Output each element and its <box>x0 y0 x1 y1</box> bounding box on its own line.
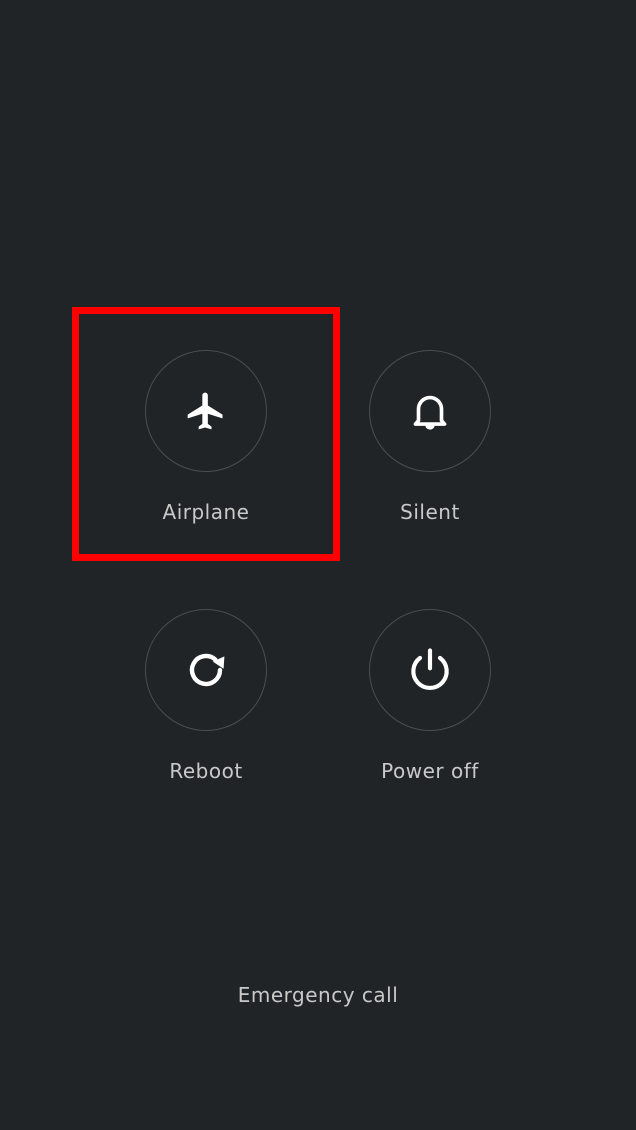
airplane-icon <box>187 392 223 430</box>
power-menu-screen: Airplane Silent Reboot Power off Emergen… <box>0 0 636 1130</box>
emergency-call-button[interactable]: Emergency call <box>0 983 636 1007</box>
silent-circle[interactable] <box>369 350 491 472</box>
airplane-mode-button[interactable]: Airplane <box>106 350 306 540</box>
power-off-button[interactable]: Power off <box>330 609 530 799</box>
reboot-button[interactable]: Reboot <box>106 609 306 799</box>
reboot-label: Reboot <box>169 759 243 783</box>
reboot-circle[interactable] <box>145 609 267 731</box>
reboot-icon <box>189 653 225 687</box>
power-off-label: Power off <box>381 759 479 783</box>
airplane-circle[interactable] <box>145 350 267 472</box>
power-off-circle[interactable] <box>369 609 491 731</box>
power-icon <box>411 648 449 690</box>
airplane-label: Airplane <box>162 500 250 524</box>
silent-label: Silent <box>400 500 460 524</box>
bell-icon <box>413 395 447 430</box>
silent-mode-button[interactable]: Silent <box>330 350 530 540</box>
